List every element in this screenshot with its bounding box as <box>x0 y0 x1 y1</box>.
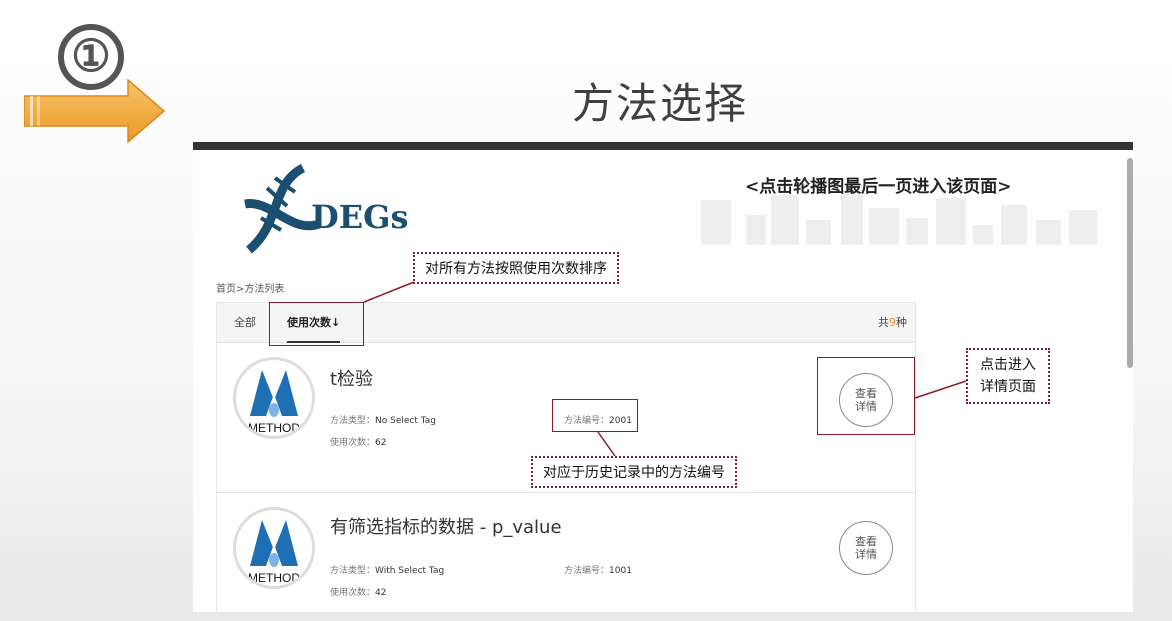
annotation-connectors <box>363 281 967 457</box>
detail-note-line1: 点击进入 <box>980 357 1036 373</box>
detail-note-line2: 详情页面 <box>980 379 1036 395</box>
sort-tab-highlight <box>269 302 364 346</box>
detail-button-highlight <box>817 357 915 435</box>
code-highlight <box>552 399 638 432</box>
code-annotation: 对应于历史记录中的方法编号 <box>531 456 737 488</box>
detail-annotation: 点击进入 详情页面 <box>966 348 1050 404</box>
sort-annotation: 对所有方法按照使用次数排序 <box>413 252 619 284</box>
